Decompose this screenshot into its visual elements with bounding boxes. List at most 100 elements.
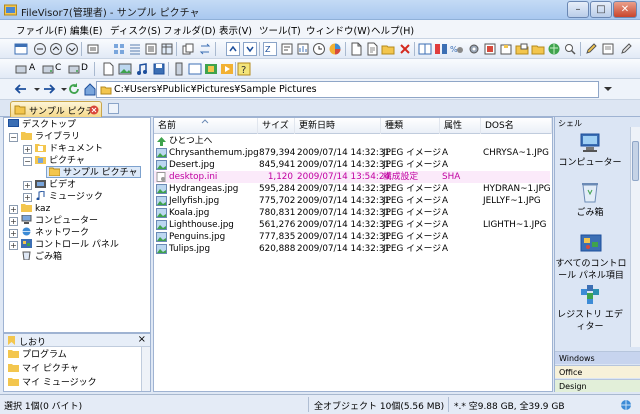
new-document-icon[interactable] <box>365 42 379 56</box>
edit-pencil-icon[interactable] <box>584 42 598 56</box>
menu-window[interactable]: ウィンドウ(W) <box>306 23 370 37</box>
sort-asc-icon[interactable] <box>226 42 240 56</box>
tree-expander-expand[interactable]: + <box>23 145 32 154</box>
bookmark-item-programs[interactable]: プログラム <box>8 349 67 361</box>
sort-desc-icon[interactable] <box>243 42 257 56</box>
table-row[interactable]: Penguins.jpg 777,835 2009/07/14 14:32:31… <box>154 231 550 243</box>
drive-a-label[interactable]: A <box>29 63 35 73</box>
scrollbar-thumb[interactable] <box>632 141 639 181</box>
tree-item-documents[interactable]: ドキュメント <box>35 143 103 155</box>
sort-date-icon[interactable] <box>312 42 326 56</box>
tree-item-user[interactable]: kaz <box>21 203 50 215</box>
drive-c-label[interactable]: C <box>55 63 61 73</box>
floppy-drive-icon[interactable] <box>14 62 28 76</box>
bookmark-item-my-music[interactable]: マイ ミュージック <box>8 377 97 389</box>
split-view-icon[interactable] <box>434 42 448 56</box>
sort-size-icon[interactable] <box>296 42 310 56</box>
shortcut-computer[interactable]: コンピューター <box>555 133 625 169</box>
play-icon[interactable] <box>220 62 234 76</box>
music-icon[interactable] <box>135 62 149 76</box>
tree-expander-expand[interactable]: + <box>9 229 18 238</box>
table-row[interactable]: Tulips.jpg 620,888 2009/07/14 14:32:31 J… <box>154 243 550 255</box>
table-row[interactable]: desktop.ini 1,120 2009/07/14 13:54:24 構成… <box>154 171 550 183</box>
table-row[interactable]: Koala.jpg 780,831 2009/07/14 14:32:31 JP… <box>154 207 550 219</box>
shell-panel-scrollbar[interactable] <box>630 127 640 347</box>
tree-item-control-panel[interactable]: コントロール パネル <box>21 239 119 251</box>
group-office[interactable]: Office <box>555 365 640 378</box>
table-row[interactable]: Jellyfish.jpg 775,702 2009/07/14 14:32:3… <box>154 195 550 207</box>
column-header-dos[interactable]: DOS名 <box>481 118 552 134</box>
refresh-icon[interactable] <box>67 82 81 96</box>
back-circle-icon[interactable] <box>33 42 47 56</box>
tab-sample-pictures[interactable]: サンプル ピクチャ <box>10 101 102 130</box>
home-icon[interactable] <box>83 82 97 96</box>
close-button[interactable]: ✕ <box>613 1 637 18</box>
shortcut-registry-editor[interactable]: レジストリ エディター <box>555 283 625 333</box>
menu-edit[interactable]: 編集(E) <box>70 23 102 37</box>
forward-arrow-icon[interactable] <box>42 82 56 96</box>
tree-expander-expand[interactable]: + <box>23 193 32 202</box>
back-arrow-icon[interactable] <box>14 82 28 96</box>
column-header-type[interactable]: 種類 <box>381 118 440 134</box>
column-header-size[interactable]: サイズ <box>258 118 295 134</box>
options-icon[interactable] <box>619 42 633 56</box>
tree-item-network[interactable]: ネットワーク <box>21 227 89 239</box>
sort-ext-icon[interactable] <box>280 42 294 56</box>
document-icon[interactable] <box>101 62 115 76</box>
hard-drive-icon[interactable] <box>41 62 55 76</box>
menu-disk[interactable]: ディスク(S) <box>110 23 161 37</box>
window-icon[interactable] <box>188 62 202 76</box>
tree-expander-expand[interactable]: + <box>9 205 18 214</box>
help-icon[interactable]: ? <box>237 62 251 76</box>
window-layout-icon[interactable] <box>14 42 28 56</box>
list-item-parent[interactable]: ひとつ上へ <box>154 135 550 147</box>
hard-drive-icon[interactable] <box>67 62 81 76</box>
archive-icon[interactable] <box>499 42 513 56</box>
save-icon[interactable] <box>152 62 166 76</box>
new-folder-icon[interactable] <box>381 42 395 56</box>
bookmarks-scrollbar[interactable] <box>141 347 150 391</box>
drive-d-label[interactable]: D <box>81 63 88 73</box>
device-icon[interactable] <box>172 62 186 76</box>
network-status-icon[interactable] <box>620 399 632 411</box>
group-design[interactable]: Design <box>555 379 640 392</box>
copy-path-icon[interactable] <box>181 42 195 56</box>
tree-item-recycle-bin[interactable]: ごみ箱 <box>21 251 62 263</box>
bookmarks-close-icon[interactable]: × <box>138 334 146 345</box>
column-header-attr[interactable]: 属性 <box>440 118 481 134</box>
picture-icon[interactable] <box>118 62 132 76</box>
tree-item-videos[interactable]: ビデオ <box>35 179 76 191</box>
properties-icon[interactable] <box>483 42 497 56</box>
tree-expander-collapse[interactable]: − <box>9 133 18 142</box>
tab-close-icon[interactable] <box>89 105 99 115</box>
sort-name-icon[interactable]: Z <box>263 42 277 56</box>
sync-icon[interactable] <box>198 42 212 56</box>
menu-file[interactable]: ファイル(F) <box>16 23 67 37</box>
extract-icon[interactable] <box>515 42 529 56</box>
view-mode-icon[interactable] <box>86 42 100 56</box>
shortcut-recycle-bin[interactable]: ごみ箱 <box>555 181 625 219</box>
column-header-date[interactable]: 更新日時 <box>295 118 381 134</box>
address-dropdown-icon[interactable] <box>603 82 617 96</box>
tree-expander-expand[interactable]: + <box>23 181 32 190</box>
tree-expander-collapse[interactable]: − <box>23 157 32 166</box>
large-icons-view-icon[interactable] <box>112 42 126 56</box>
minimize-button[interactable]: – <box>567 1 589 18</box>
compare-icon[interactable] <box>418 42 432 56</box>
bookmark-item-my-pictures[interactable]: マイ ピクチャ <box>8 363 79 375</box>
delete-icon[interactable] <box>398 42 412 56</box>
tree-expander-expand[interactable]: + <box>9 241 18 250</box>
details-view-icon[interactable] <box>160 42 174 56</box>
list-view-icon[interactable] <box>144 42 158 56</box>
small-icons-view-icon[interactable] <box>128 42 142 56</box>
refresh-circle-icon[interactable] <box>49 42 63 56</box>
shortcut-control-panel[interactable]: すべてのコントロール パネル項目 <box>555 234 627 282</box>
search-globe-icon[interactable] <box>547 42 561 56</box>
tree-item-computer[interactable]: コンピューター <box>21 214 98 227</box>
tree-item-sample-pictures[interactable]: サンプル ピクチャ <box>46 166 141 178</box>
group-windows[interactable]: Windows <box>555 351 640 364</box>
maximize-button[interactable]: □ <box>590 1 612 18</box>
address-input[interactable]: C:¥Users¥Public¥Pictures¥Sample Pictures <box>96 81 599 98</box>
tree-expander-expand[interactable]: + <box>9 217 18 226</box>
find-icon[interactable] <box>563 42 577 56</box>
